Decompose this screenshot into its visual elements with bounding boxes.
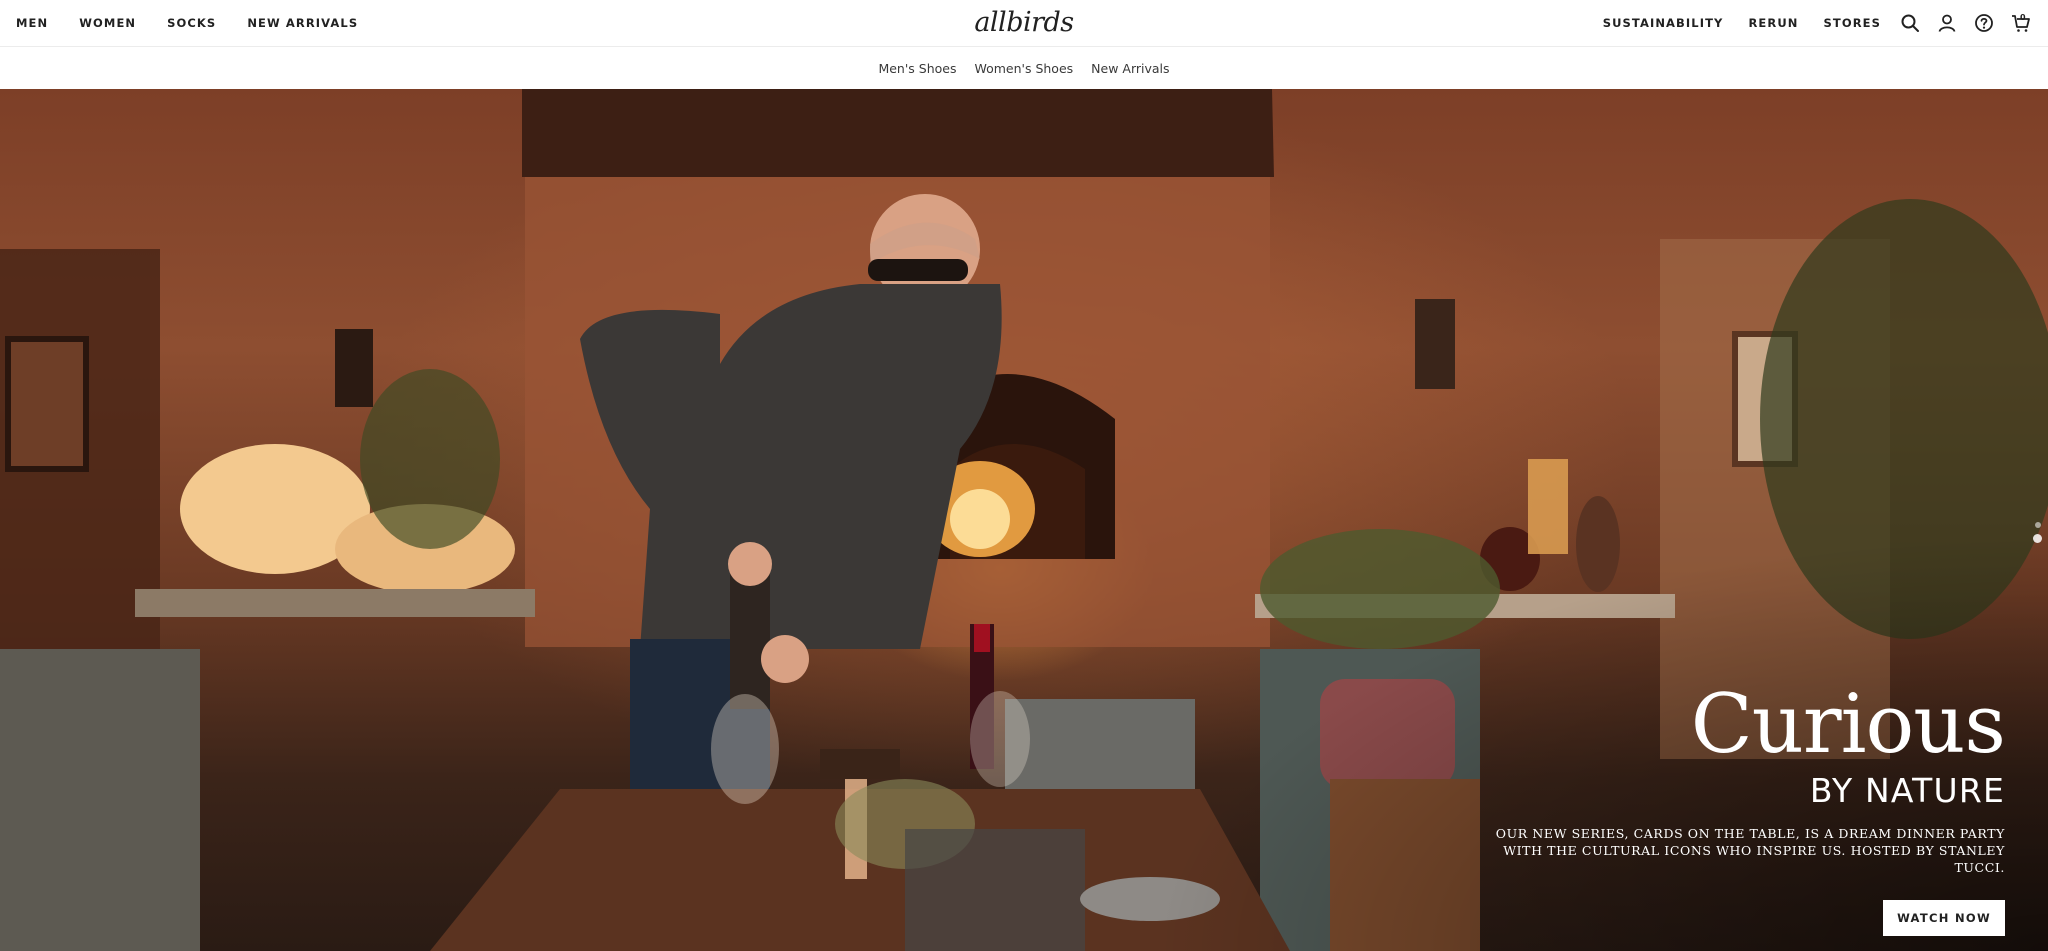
primary-nav-right: SUSTAINABILITY RERUN STORES 0 [1578, 12, 2032, 34]
secondary-navigation: Men's Shoes Women's Shoes New Arrivals [0, 46, 2048, 89]
carousel-pagination [2033, 519, 2042, 546]
nav-link-stores[interactable]: STORES [1824, 16, 1882, 30]
search-icon[interactable] [1899, 12, 1921, 34]
top-navigation: MEN WOMEN SOCKS NEW ARRIVALS allbirds SU… [0, 0, 2048, 46]
nav-link-new-arrivals[interactable]: NEW ARRIVALS [247, 16, 358, 30]
hero-title: Curious [1690, 678, 2006, 772]
nav-link-sustainability[interactable]: SUSTAINABILITY [1603, 16, 1724, 30]
hero-description: OUR NEW SERIES, CARDS ON THE TABLE, IS A… [1495, 826, 2005, 875]
nav-link-men[interactable]: MEN [16, 16, 48, 30]
nav-link-women[interactable]: WOMEN [79, 16, 136, 30]
brand-logo[interactable]: allbirds [974, 6, 1074, 40]
carousel-dot-2[interactable] [2033, 534, 2042, 543]
subnav-womens-shoes[interactable]: Women's Shoes [974, 61, 1073, 76]
cart-icon[interactable]: 0 [2010, 12, 2032, 34]
account-icon[interactable] [1936, 12, 1958, 34]
nav-link-socks[interactable]: SOCKS [167, 16, 216, 30]
subnav-new-arrivals[interactable]: New Arrivals [1091, 61, 1169, 76]
nav-link-rerun[interactable]: RERUN [1748, 16, 1798, 30]
hero-banner: Curious BY NATURE OUR NEW SERIES, CARDS … [0, 89, 2048, 951]
help-icon[interactable] [1973, 12, 1995, 34]
cart-count-badge: 0 [2020, 13, 2026, 22]
subnav-mens-shoes[interactable]: Men's Shoes [878, 61, 956, 76]
primary-nav-left: MEN WOMEN SOCKS NEW ARRIVALS [16, 16, 358, 30]
hero-subtitle: BY NATURE [1809, 771, 2005, 810]
watch-now-button[interactable]: WATCH NOW [1883, 900, 2005, 936]
carousel-dot-1[interactable] [2034, 522, 2041, 528]
hero-copy: Curious BY NATURE OUR NEW SERIES, CARDS … [1465, 678, 2006, 936]
